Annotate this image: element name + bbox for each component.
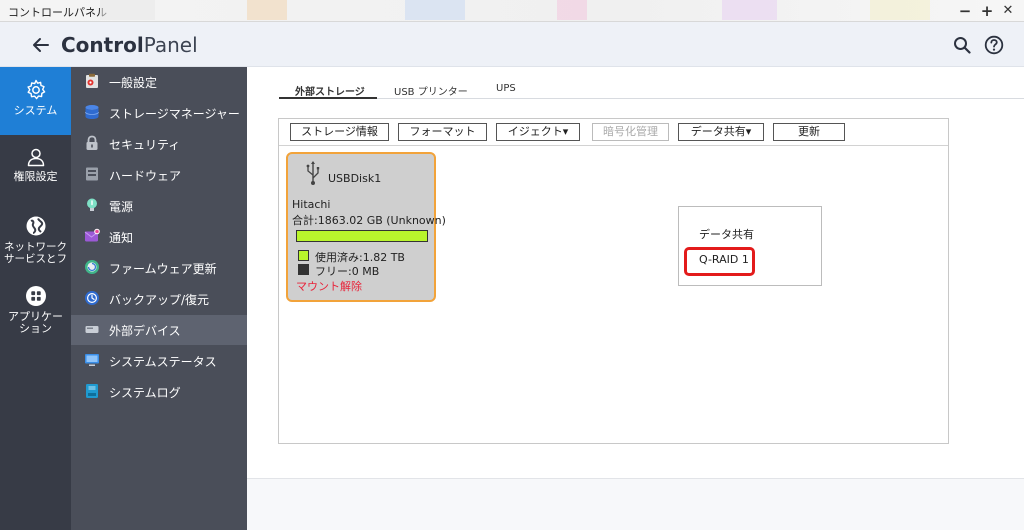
legend-free-swatch <box>298 264 309 275</box>
sidebar-item-label: ハードウェア <box>109 169 182 183</box>
unmount-link[interactable]: マウント解除 <box>296 278 362 294</box>
sidebar-item-label: ストレージマネージャー <box>109 107 240 121</box>
sidebar-item-label: セキュリティ <box>109 138 181 152</box>
close-button[interactable]: ✕ <box>998 1 1018 21</box>
sidebar-item-firmware-update[interactable]: ファームウェア更新 <box>71 253 247 283</box>
app-header: ControlPanel <box>0 22 1024 67</box>
sidebar-item-notification[interactable]: 通知 <box>71 222 247 252</box>
nav-system[interactable]: システム <box>0 67 71 135</box>
titlebar-decoration <box>870 0 930 20</box>
storage-info-button[interactable]: ストレージ情報 <box>290 123 389 141</box>
app-title-strong: Control <box>61 33 144 57</box>
maximize-button[interactable]: + <box>977 1 997 21</box>
nav-permissions-label: 権限設定 <box>13 170 58 183</box>
legend-free-label: フリー:0 MB <box>315 265 380 278</box>
storage-icon <box>85 105 99 119</box>
sidebar-item-security[interactable]: セキュリティ <box>71 129 247 159</box>
data-share-button[interactable]: データ共有▾ <box>678 123 764 141</box>
primary-sidebar: システム 権限設定 ネットワーク サービスとフ アプリケーション <box>0 67 71 530</box>
nav-permissions[interactable]: 権限設定 <box>0 147 71 197</box>
sidebar-item-backup[interactable]: バックアップ/復元 <box>71 284 247 314</box>
nav-applications-label: アプリケーション <box>8 310 63 335</box>
nav-system-label: システム <box>13 104 58 117</box>
titlebar-decoration <box>100 0 155 20</box>
apps-icon <box>25 286 46 306</box>
sidebar-item-power[interactable]: 電源 <box>71 191 247 221</box>
titlebar-decoration <box>405 0 465 20</box>
titlebar-decoration <box>557 0 587 20</box>
main-content: 外部ストレージ USB プリンター UPS ストレージ情報 フォーマット イジェ… <box>247 67 1024 530</box>
back-arrow-icon[interactable] <box>32 36 50 54</box>
window-titlebar: コントロールパネル − + ✕ <box>0 0 1024 22</box>
titlebar-decoration <box>247 0 287 20</box>
nav-network-label: ネットワーク サービスとフ <box>4 241 67 265</box>
firmware-update-icon <box>85 260 99 274</box>
external-device-icon <box>85 326 99 333</box>
gear-icon <box>26 79 45 100</box>
sidebar-item-system-status[interactable]: システムステータス <box>71 346 247 376</box>
active-tab-underline <box>279 97 377 99</box>
sidebar-item-label: 通知 <box>109 231 134 245</box>
device-name: USBDisk1 <box>328 172 382 185</box>
globe-icon <box>26 216 45 236</box>
search-icon[interactable] <box>953 36 971 54</box>
sidebar-item-hardware[interactable]: ハードウェア <box>71 160 247 190</box>
usage-bar-fill <box>297 231 427 241</box>
sidebar-item-label: 一般設定 <box>109 76 158 90</box>
window-title: コントロールパネル <box>8 6 107 19</box>
secondary-sidebar: 一般設定 ストレージマネージャー セキュリティ ハードウェア 電源 通知 ファー… <box>71 67 247 530</box>
minimize-button[interactable]: − <box>955 1 975 21</box>
sidebar-item-label: 外部デバイス <box>109 324 181 338</box>
power-icon <box>87 198 97 211</box>
encryption-management-button[interactable]: 暗号化管理 <box>592 123 669 141</box>
footer-area <box>247 479 1024 530</box>
help-icon[interactable] <box>984 35 1004 55</box>
sidebar-item-label: システムログ <box>109 386 181 400</box>
nav-applications[interactable]: アプリケーション <box>0 285 71 345</box>
sidebar-item-label: 電源 <box>109 200 134 214</box>
device-card-usbdisk1[interactable]: USBDisk1 Hitachi 合計:1863.02 GB (Unknown)… <box>286 152 446 302</box>
backup-icon <box>85 291 99 305</box>
legend-used: 使用済み:1.82 TB <box>298 249 428 264</box>
device-vendor: Hitachi <box>292 198 331 211</box>
dropdown-item-data-share[interactable]: データ共有 <box>699 226 754 242</box>
usage-bar <box>296 230 428 242</box>
sidebar-item-storage-manager[interactable]: ストレージマネージャー <box>71 98 247 128</box>
toolbar: ストレージ情報 フォーマット イジェクト▾ 暗号化管理 データ共有▾ 更新 <box>279 119 948 146</box>
refresh-button[interactable]: 更新 <box>773 123 845 141</box>
app-title: ControlPanel <box>61 33 198 57</box>
sidebar-item-external-device[interactable]: 外部デバイス <box>71 315 247 345</box>
device-total-capacity: 合計:1863.02 GB (Unknown) <box>292 214 446 227</box>
legend-free: フリー:0 MB <box>298 263 428 278</box>
app-title-light: Panel <box>143 33 198 57</box>
tabs-divider <box>279 98 1024 99</box>
sidebar-item-general-settings[interactable]: 一般設定 <box>71 67 247 97</box>
legend-used-swatch <box>298 250 309 261</box>
notification-icon <box>84 228 100 242</box>
sidebar-item-label: バックアップ/復元 <box>109 293 210 307</box>
format-button[interactable]: フォーマット <box>398 123 487 141</box>
sidebar-item-system-log[interactable]: システムログ <box>71 377 247 407</box>
sidebar-item-label: システムステータス <box>109 355 217 369</box>
external-storage-panel: ストレージ情報 フォーマット イジェクト▾ 暗号化管理 データ共有▾ 更新 US… <box>278 118 949 444</box>
monitor-icon <box>85 354 99 366</box>
hardware-icon <box>86 167 98 181</box>
usb-icon <box>306 161 320 185</box>
lock-icon <box>86 135 98 150</box>
highlight-annotation <box>684 247 755 276</box>
eject-button[interactable]: イジェクト▾ <box>496 123 580 141</box>
sidebar-item-label: ファームウェア更新 <box>109 262 217 276</box>
user-icon <box>27 148 44 167</box>
nav-network[interactable]: ネットワーク サービスとフ <box>0 215 71 270</box>
titlebar-decoration <box>722 0 777 20</box>
settings-clipboard-icon <box>86 73 98 88</box>
log-icon <box>86 384 98 398</box>
